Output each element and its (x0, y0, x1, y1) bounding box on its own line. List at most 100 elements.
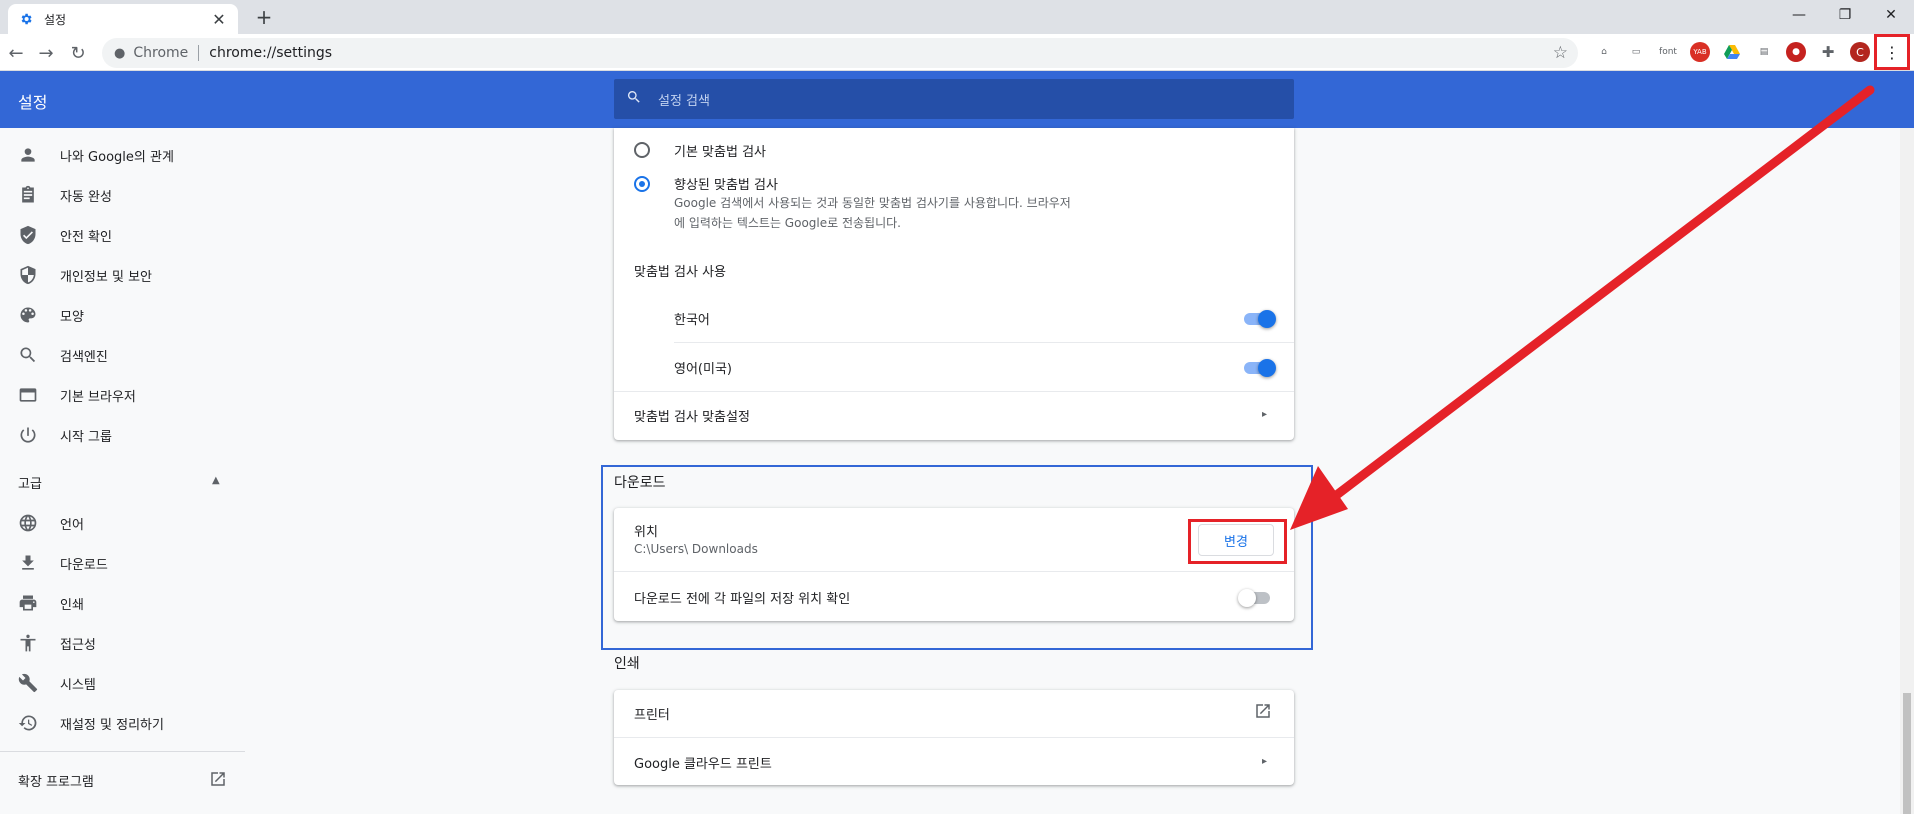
sidebar-item-privacy[interactable]: 개인정보 및 보안 (18, 263, 152, 287)
radio-basic-spellcheck[interactable] (634, 142, 650, 158)
sidebar-item-label: 인쇄 (60, 597, 84, 613)
toggle-korean[interactable] (1244, 310, 1276, 328)
puzzle-icon[interactable]: ✚ (1818, 42, 1838, 62)
toggle-knob (1238, 589, 1256, 607)
sidebar-item-on-startup[interactable]: 시작 그룹 (18, 423, 112, 447)
sidebar-item-accessibility[interactable]: 접근성 (18, 631, 96, 655)
shield-check-icon (20, 225, 36, 245)
omnibox-prefix: Chrome (133, 45, 189, 61)
sidebar-item-reset[interactable]: 재설정 및 정리하기 (18, 711, 164, 735)
custom-spellcheck-row[interactable]: 맞춤법 검사 맞춤설정 (634, 406, 1314, 425)
globe-icon (19, 514, 37, 532)
page-title: 설정 (18, 93, 48, 112)
clipboard-icon (22, 185, 34, 203)
open-in-new-icon[interactable] (1254, 702, 1272, 724)
browser-icon (19, 388, 37, 402)
enhanced-spellcheck-label: 향상된 맞춤법 검사 (674, 178, 778, 193)
enhanced-spellcheck-desc: Google 검색에서 사용되는 것과 동일한 맞춤법 검사기를 사용합니다. … (674, 196, 1071, 210)
browser-toolbar: ← → ↻ ● Chrome chrome://settings ☆ ⌂ ▭ f… (0, 34, 1914, 71)
sidebar-item-label: 개인정보 및 보안 (60, 269, 152, 285)
chrome-window: 설정 ✕ + — ❐ ✕ ← → ↻ ● Chrome chrome://set… (0, 0, 1914, 814)
shield-icon (20, 265, 36, 285)
ask-where-to-save-label: 다운로드 전에 각 파일의 저장 위치 확인 (634, 592, 851, 607)
search-icon (626, 89, 642, 109)
yab-icon[interactable]: YAB (1690, 42, 1710, 62)
restore-button[interactable]: ❐ (1822, 0, 1868, 30)
back-button[interactable]: ← (4, 41, 28, 65)
new-tab-button[interactable]: + (252, 6, 276, 30)
settings-header: 설정 설정 검색 (0, 71, 1914, 128)
sidebar-item-label: 언어 (60, 517, 84, 533)
sidebar-item-extensions[interactable]: 확장 프로그램 (18, 771, 94, 790)
avatar[interactable]: C (1850, 42, 1870, 62)
printers-row[interactable]: 프린터 (634, 704, 1314, 723)
toggle-ask-where-to-save[interactable] (1238, 589, 1270, 607)
chevron-right-icon[interactable]: ▸ (1262, 409, 1267, 420)
record-icon[interactable]: ● (1786, 42, 1806, 62)
close-window-button[interactable]: ✕ (1868, 0, 1914, 30)
sidebar-item-search-engine[interactable]: 검색엔진 (18, 343, 108, 367)
wrench-icon (18, 673, 38, 693)
image-icon[interactable]: ▤ (1754, 42, 1774, 62)
sidebar-item-label: 안전 확인 (60, 229, 112, 245)
toggle-knob (1258, 310, 1276, 328)
tab-settings[interactable]: 설정 ✕ (8, 4, 238, 34)
address-bar[interactable]: ● Chrome chrome://settings ☆ (102, 38, 1578, 68)
spellcheck-card: 기본 맞춤법 검사 향상된 맞춤법 검사 Google 검색에서 사용되는 것과… (614, 128, 1294, 440)
search-icon (20, 347, 36, 363)
tab-strip: 설정 ✕ + — ❐ ✕ (0, 0, 1914, 34)
sidebar-item-label: 접근성 (60, 637, 96, 653)
change-button-highlight-box (1188, 519, 1287, 564)
row-divider (674, 342, 1294, 343)
palette-icon (20, 307, 36, 323)
sidebar-item-you-and-google[interactable]: 나와 Google의 관계 (18, 143, 174, 167)
printing-section-title: 인쇄 (614, 656, 640, 672)
sidebar-item-label: 시작 그룹 (60, 429, 112, 445)
close-tab-icon[interactable]: ✕ (210, 10, 228, 29)
person-icon (21, 148, 35, 162)
radio-enhanced-spellcheck[interactable] (634, 176, 650, 192)
toggle-english[interactable] (1244, 359, 1276, 377)
search-placeholder: 설정 검색 (658, 93, 710, 109)
downloads-section-title: 다운로드 (614, 475, 666, 491)
open-in-new-icon[interactable] (209, 770, 227, 792)
sidebar-item-system[interactable]: 시스템 (18, 671, 96, 695)
settings-sidebar: 나와 Google의 관계 자동 완성 안전 확인 개인정보 및 보안 모양 검… (0, 128, 245, 814)
site-info-icon[interactable]: ● (114, 46, 125, 61)
sidebar-item-downloads[interactable]: 다운로드 (18, 551, 108, 575)
sidebar-item-safety-check[interactable]: 안전 확인 (18, 223, 112, 247)
drive-icon[interactable] (1722, 42, 1742, 62)
sidebar-item-label: 기본 브라우저 (60, 389, 136, 405)
sidebar-advanced-toggle[interactable]: 고급 (18, 473, 42, 492)
sidebar-item-appearance[interactable]: 모양 (18, 303, 84, 327)
search-input[interactable]: 설정 검색 (614, 79, 1294, 119)
printer-icon (19, 595, 37, 611)
scrollbar-thumb[interactable] (1903, 693, 1911, 814)
sidebar-item-languages[interactable]: 언어 (18, 511, 84, 535)
sidebar-item-label: 자동 완성 (60, 189, 112, 205)
reload-button[interactable]: ↻ (66, 41, 90, 65)
sidebar-item-label: 검색엔진 (60, 349, 108, 365)
bookmark-star-icon[interactable]: ☆ (1553, 43, 1568, 63)
sidebar-item-label: 시스템 (60, 677, 96, 693)
basic-spellcheck-label: 기본 맞춤법 검사 (674, 145, 766, 160)
page-scrollbar[interactable] (1900, 128, 1914, 814)
forward-button[interactable]: → (34, 41, 58, 65)
sidebar-item-printing[interactable]: 인쇄 (18, 591, 84, 615)
use-spellcheck-label: 맞춤법 검사 사용 (634, 265, 726, 280)
minimize-button[interactable]: — (1776, 0, 1822, 30)
chevron-right-icon[interactable]: ▸ (1262, 756, 1267, 767)
sidebar-item-autofill[interactable]: 자동 완성 (18, 183, 112, 207)
cast-icon[interactable]: ▭ (1626, 42, 1646, 62)
font-extension-icon[interactable]: font (1658, 42, 1678, 62)
caret-up-icon[interactable]: ▲ (212, 475, 220, 486)
pdf-icon[interactable]: ⌂ (1594, 42, 1614, 62)
cloud-print-row[interactable]: Google 클라우드 프린트 (634, 753, 1314, 772)
sidebar-item-default-browser[interactable]: 기본 브라우저 (18, 383, 136, 407)
row-divider (614, 737, 1294, 738)
gear-icon (18, 11, 34, 27)
sidebar-item-label: 재설정 및 정리하기 (60, 717, 164, 733)
toggle-knob (1258, 359, 1276, 377)
menu-highlight-box (1874, 34, 1910, 70)
power-icon (20, 427, 36, 443)
